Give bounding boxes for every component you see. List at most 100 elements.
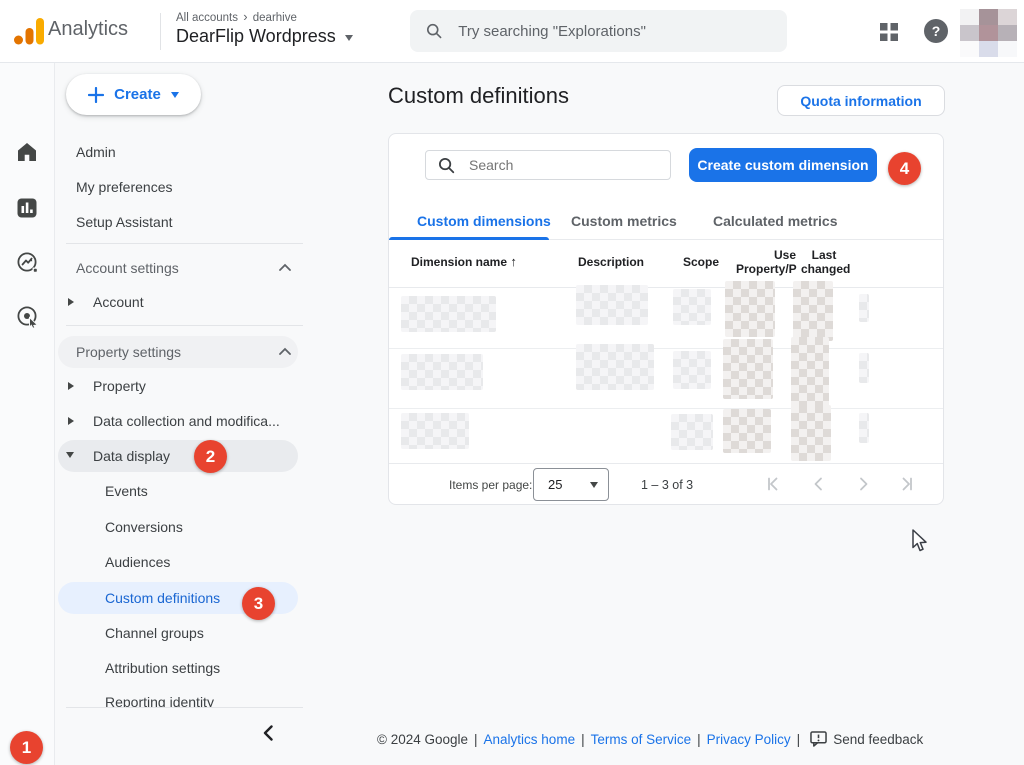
apps-grid-icon[interactable] xyxy=(879,22,899,42)
feedback-icon xyxy=(810,731,827,747)
nav-item-property[interactable]: Property xyxy=(93,378,146,394)
nav-item-channel-groups[interactable]: Channel groups xyxy=(105,625,204,641)
pagination-divider xyxy=(389,463,943,464)
active-tab-underline xyxy=(389,237,549,240)
global-search[interactable] xyxy=(410,10,787,52)
explore-icon[interactable] xyxy=(17,252,38,273)
nav-item-custom-definitions[interactable]: Custom definitions xyxy=(105,590,220,606)
avatar-mosaic-tile xyxy=(979,41,998,57)
app-root: Analytics All accounts › dearhive DearFl… xyxy=(0,0,1024,765)
nav-item-setup-assistant[interactable]: Setup Assistant xyxy=(76,214,173,230)
nav-item-admin[interactable]: Admin xyxy=(76,144,116,160)
step-badge-2: 2 xyxy=(194,440,227,473)
property-switcher[interactable]: DearFlip Wordpress xyxy=(176,26,353,47)
create-button[interactable]: Create xyxy=(66,74,201,115)
breadcrumb-account[interactable]: dearhive xyxy=(253,12,297,24)
avatar-mosaic-tile xyxy=(979,9,998,25)
home-icon[interactable] xyxy=(17,143,37,161)
create-button-label: Create xyxy=(114,86,161,103)
chevron-up-icon[interactable] xyxy=(279,263,291,271)
tab-custom-dimensions[interactable]: Custom dimensions xyxy=(417,213,551,229)
collapse-nav-icon[interactable] xyxy=(263,725,273,741)
chevron-up-icon[interactable] xyxy=(279,347,291,355)
page-title: Custom definitions xyxy=(388,83,569,109)
top-app-bar: Analytics All accounts › dearhive DearFl… xyxy=(0,0,1024,63)
column-header-description[interactable]: Description xyxy=(578,255,644,269)
avatar-mosaic-tile xyxy=(960,41,979,57)
step-badge-1: 1 xyxy=(10,731,43,764)
terms-of-service-link[interactable]: Terms of Service xyxy=(591,732,692,747)
nav-divider xyxy=(66,707,303,708)
property-name: DearFlip Wordpress xyxy=(176,26,336,47)
step-badge-3: 3 xyxy=(242,587,275,620)
nav-item-attribution-settings[interactable]: Attribution settings xyxy=(105,660,220,676)
avatar-mosaic-tile xyxy=(998,25,1017,41)
expand-down-icon[interactable] xyxy=(66,452,74,458)
send-feedback-link[interactable]: Send feedback xyxy=(833,732,923,747)
column-header-last-changed[interactable]: Lastchanged xyxy=(801,248,847,276)
column-header-user-property[interactable]: UseProperty/P xyxy=(736,248,796,276)
product-name: Analytics xyxy=(48,18,128,41)
avatar[interactable] xyxy=(960,9,1017,57)
row-divider xyxy=(389,408,943,409)
next-page-icon[interactable] xyxy=(854,475,872,493)
header-divider xyxy=(160,13,161,50)
footer: © 2024 Google | Analytics home | Terms o… xyxy=(377,731,923,747)
plus-icon xyxy=(88,87,104,103)
nav-section-account-settings[interactable]: Account settings xyxy=(76,260,179,276)
left-rail: 1 xyxy=(0,62,55,765)
row-divider xyxy=(389,348,943,349)
nav-divider xyxy=(66,243,303,244)
column-header-dimension-name[interactable]: Dimension name ↑ xyxy=(411,255,517,269)
last-page-icon[interactable] xyxy=(897,475,915,493)
items-per-page-value: 25 xyxy=(548,477,562,492)
chevron-down-icon xyxy=(171,92,179,98)
advertising-icon[interactable] xyxy=(17,306,39,328)
nav-item-audiences[interactable]: Audiences xyxy=(105,554,170,570)
analytics-logo-icon[interactable] xyxy=(14,17,44,45)
expand-right-icon[interactable] xyxy=(68,417,74,425)
expand-right-icon[interactable] xyxy=(68,382,74,390)
quota-information-button[interactable]: Quota information xyxy=(777,85,945,116)
nav-item-events[interactable]: Events xyxy=(105,483,148,499)
create-custom-dimension-button[interactable]: Create custom dimension xyxy=(689,148,877,182)
chevron-down-icon xyxy=(590,482,598,488)
table-header-divider xyxy=(389,287,943,288)
global-search-input[interactable] xyxy=(456,22,771,41)
nav-item-data-display[interactable]: Data display xyxy=(93,448,170,464)
chevron-down-icon xyxy=(345,35,353,41)
previous-page-icon[interactable] xyxy=(810,475,828,493)
nav-divider xyxy=(66,325,303,326)
privacy-policy-link[interactable]: Privacy Policy xyxy=(707,732,791,747)
search-icon xyxy=(426,22,442,40)
nav-item-conversions[interactable]: Conversions xyxy=(105,519,183,535)
table-search[interactable] xyxy=(425,150,671,180)
items-per-page-select[interactable]: 25 xyxy=(533,468,609,501)
breadcrumb: All accounts › dearhive xyxy=(176,9,297,24)
step-badge-4: 4 xyxy=(888,152,921,185)
avatar-mosaic-tile xyxy=(979,25,998,41)
nav-item-data-collection[interactable]: Data collection and modifica... xyxy=(93,413,280,429)
nav-item-my-preferences[interactable]: My preferences xyxy=(76,179,172,195)
copyright: © 2024 Google xyxy=(377,732,468,747)
column-header-scope[interactable]: Scope xyxy=(683,255,719,269)
analytics-home-link[interactable]: Analytics home xyxy=(484,732,576,747)
chevron-right-icon: › xyxy=(243,9,247,24)
breadcrumb-all-accounts[interactable]: All accounts xyxy=(176,12,238,24)
nav-item-reporting-identity[interactable]: Reporting identity xyxy=(105,694,285,707)
tab-calculated-metrics[interactable]: Calculated metrics xyxy=(713,213,838,229)
help-icon[interactable]: ? xyxy=(924,19,948,43)
sort-ascending-icon: ↑ xyxy=(510,254,517,269)
nav-item-account[interactable]: Account xyxy=(93,294,144,310)
mouse-cursor xyxy=(911,529,928,553)
expand-right-icon[interactable] xyxy=(68,298,74,306)
tab-custom-metrics[interactable]: Custom metrics xyxy=(571,213,677,229)
avatar-mosaic-tile xyxy=(998,41,1017,57)
table-search-input[interactable] xyxy=(467,156,641,174)
custom-definitions-card: Create custom dimension Custom dimension… xyxy=(388,133,944,505)
nav-section-property-settings[interactable]: Property settings xyxy=(76,344,181,360)
pagination-range: 1 – 3 of 3 xyxy=(641,478,693,492)
items-per-page-label: Items per page: xyxy=(449,478,532,492)
first-page-icon[interactable] xyxy=(765,475,783,493)
reports-icon[interactable] xyxy=(17,198,37,218)
